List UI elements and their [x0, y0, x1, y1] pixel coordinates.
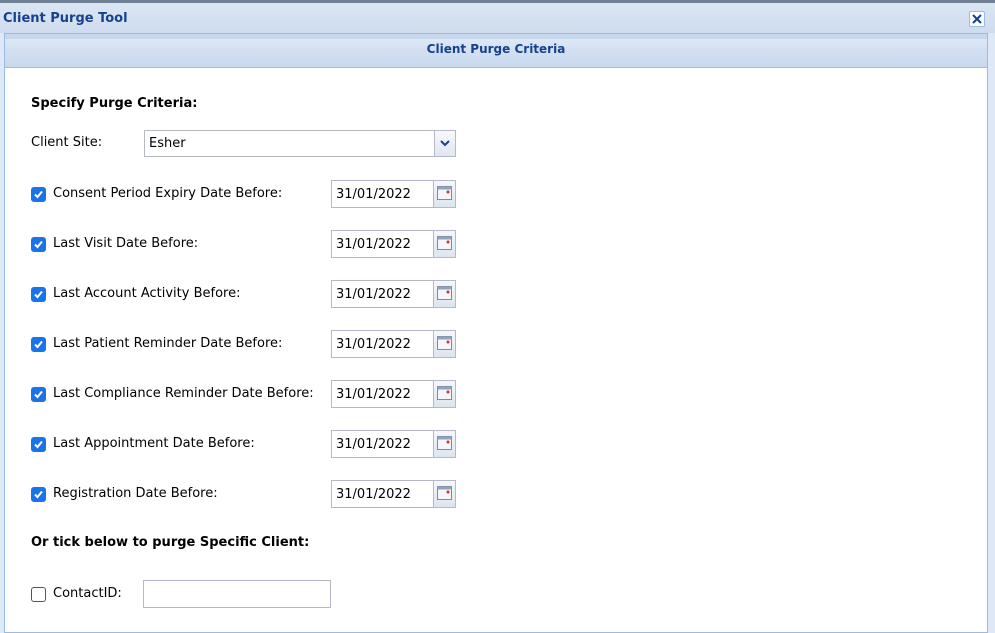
criteria-row-last-appointment: Last Appointment Date Before: 31/01/2022 — [31, 430, 471, 458]
checkmark-icon — [34, 190, 43, 199]
checkmark-icon — [34, 240, 43, 249]
criteria-row-last-patient-reminder: Last Patient Reminder Date Before: 31/01… — [31, 330, 471, 358]
window-title: Client Purge Tool — [3, 11, 128, 26]
registration-label: Registration Date Before: — [53, 486, 218, 501]
registration-checkbox[interactable] — [31, 487, 46, 502]
criteria-row-registration: Registration Date Before: 31/01/2022 — [31, 480, 471, 508]
registration-date-field[interactable]: 31/01/2022 — [331, 480, 456, 508]
consent-expiry-label: Consent Period Expiry Date Before: — [53, 186, 283, 201]
criteria-row-consent-expiry: Consent Period Expiry Date Before: 31/01… — [31, 180, 471, 208]
client-site-select[interactable]: Esher — [144, 130, 456, 157]
last-visit-label: Last Visit Date Before: — [53, 236, 199, 251]
last-account-activity-label: Last Account Activity Before: — [53, 286, 241, 301]
checkmark-icon — [34, 340, 43, 349]
last-patient-reminder-date-picker-button[interactable] — [433, 331, 455, 357]
criteria-row-last-account-activity: Last Account Activity Before: 31/01/2022 — [31, 280, 471, 308]
calendar-icon — [437, 436, 452, 450]
calendar-icon — [437, 286, 452, 300]
registration-date-value: 31/01/2022 — [336, 487, 411, 502]
calendar-icon — [437, 236, 452, 250]
last-visit-date-field[interactable]: 31/01/2022 — [331, 230, 456, 258]
last-appointment-date-picker-button[interactable] — [433, 431, 455, 457]
contact-id-input[interactable] — [143, 580, 331, 608]
panel-title: Client Purge Criteria — [426, 42, 566, 56]
last-compliance-reminder-date-value: 31/01/2022 — [336, 387, 411, 402]
checkmark-icon — [34, 290, 43, 299]
checkmark-icon — [34, 490, 43, 499]
last-patient-reminder-date-value: 31/01/2022 — [336, 337, 411, 352]
last-visit-date-value: 31/01/2022 — [336, 237, 411, 252]
client-site-label: Client Site: — [31, 135, 103, 150]
panel-header: Client Purge Criteria — [5, 34, 987, 68]
purge-criteria-heading: Specify Purge Criteria: — [31, 96, 198, 111]
contact-id-label: ContactID: — [53, 586, 122, 601]
criteria-row-last-visit: Last Visit Date Before: 31/01/2022 — [31, 230, 471, 258]
calendar-icon — [437, 386, 452, 400]
last-visit-date-picker-button[interactable] — [433, 231, 455, 257]
criteria-row-last-compliance-reminder: Last Compliance Reminder Date Before: 31… — [31, 380, 471, 408]
last-appointment-date-value: 31/01/2022 — [336, 437, 411, 452]
consent-expiry-checkbox[interactable] — [31, 187, 46, 202]
last-compliance-reminder-date-picker-button[interactable] — [433, 381, 455, 407]
window-titlebar[interactable]: Client Purge Tool — [0, 3, 995, 33]
contact-id-checkbox[interactable] — [31, 587, 46, 602]
last-appointment-checkbox[interactable] — [31, 437, 46, 452]
last-patient-reminder-date-field[interactable]: 31/01/2022 — [331, 330, 456, 358]
calendar-icon — [437, 486, 452, 500]
last-compliance-reminder-checkbox[interactable] — [31, 387, 46, 402]
consent-expiry-date-value: 31/01/2022 — [336, 187, 411, 202]
checkmark-icon — [34, 390, 43, 399]
last-compliance-reminder-date-field[interactable]: 31/01/2022 — [331, 380, 456, 408]
last-appointment-date-field[interactable]: 31/01/2022 — [331, 430, 456, 458]
close-button[interactable] — [969, 11, 985, 27]
last-account-activity-date-value: 31/01/2022 — [336, 287, 411, 302]
last-account-activity-date-field[interactable]: 31/01/2022 — [331, 280, 456, 308]
close-icon — [972, 14, 982, 24]
last-visit-checkbox[interactable] — [31, 237, 46, 252]
last-compliance-reminder-label: Last Compliance Reminder Date Before: — [53, 386, 314, 401]
chevron-down-icon — [440, 140, 450, 147]
specific-client-heading: Or tick below to purge Specific Client: — [31, 535, 310, 550]
registration-date-picker-button[interactable] — [433, 481, 455, 507]
consent-expiry-date-field[interactable]: 31/01/2022 — [331, 180, 456, 208]
last-account-activity-checkbox[interactable] — [31, 287, 46, 302]
last-appointment-label: Last Appointment Date Before: — [53, 436, 255, 451]
last-patient-reminder-checkbox[interactable] — [31, 337, 46, 352]
purge-criteria-panel: Client Purge Criteria Specify Purge Crit… — [4, 33, 988, 633]
consent-expiry-date-picker-button[interactable] — [433, 181, 455, 207]
client-site-dropdown-button[interactable] — [434, 131, 455, 156]
calendar-icon — [437, 186, 452, 200]
client-site-value: Esher — [149, 136, 186, 151]
checkmark-icon — [34, 440, 43, 449]
calendar-icon — [437, 336, 452, 350]
last-account-activity-date-picker-button[interactable] — [433, 281, 455, 307]
last-patient-reminder-label: Last Patient Reminder Date Before: — [53, 336, 283, 351]
